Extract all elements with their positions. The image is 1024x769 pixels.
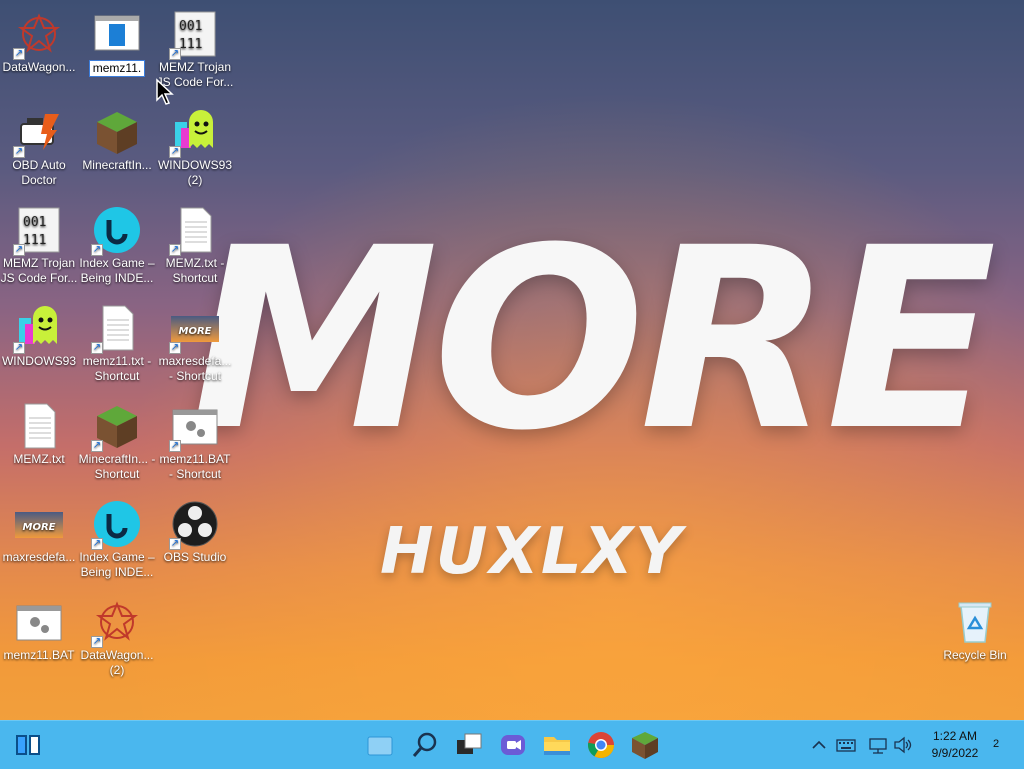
shortcut-arrow-icon: ↗ — [91, 342, 103, 354]
shortcut-arrow-icon: ↗ — [169, 440, 181, 452]
desktop-icon-obd-auto-doctor[interactable]: ↗ OBD Auto Doctor — [0, 102, 78, 188]
shortcut-arrow-icon: ↗ — [13, 48, 25, 60]
shortcut-arrow-icon: ↗ — [13, 342, 25, 354]
svg-text:001: 001 — [179, 19, 202, 34]
taskbar: 1:22 AM 9/9/2022 2 — [0, 720, 1024, 769]
desktop-icon-memz11-bat-shortcut[interactable]: ↗ memz11.BAT - Shortcut — [156, 396, 234, 482]
chrome-icon[interactable] — [585, 729, 617, 761]
file-explorer-icon[interactable] — [541, 729, 573, 761]
desktop-icon-minecraft-installer[interactable]: MinecraftIn... — [78, 102, 156, 173]
desktop-icon-memz11-renaming[interactable]: memz11. — [78, 4, 156, 77]
shortcut-arrow-icon: ↗ — [169, 48, 181, 60]
car-engine-icon: ↗ — [13, 108, 63, 158]
thumbnail-text: MORE — [179, 326, 212, 337]
desktop-icon-maxresdefault[interactable]: MORE maxresdefa... — [0, 494, 78, 565]
index-game-icon: ↗ — [91, 500, 141, 550]
desktop-icon-windows93[interactable]: ↗ WINDOWS93 — [0, 298, 78, 369]
desktop-icon-memz-trojan-2[interactable]: 001 111 ↗ MEMZ Trojan JS Code For... — [0, 200, 78, 286]
text-file-icon — [15, 402, 63, 450]
chat-icon[interactable] — [497, 729, 529, 761]
svg-text:001: 001 — [23, 215, 46, 230]
network-icon[interactable] — [868, 735, 888, 755]
windows93-icon: ↗ — [169, 108, 219, 158]
desktop-icon-datawagon[interactable]: ↗ DataWagon... — [0, 4, 78, 75]
clock-date[interactable]: 9/9/2022 — [920, 746, 990, 760]
desktop-icon-obs-studio[interactable]: ↗ OBS Studio — [156, 494, 234, 565]
wallpaper-title: MORE — [190, 194, 997, 485]
desktop-icon-memz-txt-shortcut[interactable]: ↗ MEMZ.txt - Shortcut — [156, 200, 234, 286]
recycle-bin-icon — [951, 598, 999, 646]
text-file-icon: ↗ — [169, 206, 219, 256]
thumbnail-text: MORE — [23, 522, 56, 533]
shortcut-arrow-icon: ↗ — [169, 342, 181, 354]
shortcut-arrow-icon: ↗ — [91, 244, 103, 256]
batch-file-icon: ↗ — [169, 402, 219, 452]
minecraft-icon[interactable] — [629, 729, 661, 761]
binary-file-icon: 001 111 ↗ — [13, 206, 63, 256]
desktop-icon-memz11-bat[interactable]: memz11.BAT — [0, 592, 78, 663]
widgets-icon[interactable] — [364, 729, 396, 761]
minecraft-block-icon: ↗ — [91, 402, 141, 452]
image-thumbnail-icon: MORE — [15, 500, 63, 548]
volume-icon[interactable] — [893, 735, 913, 755]
shortcut-arrow-icon: ↗ — [91, 636, 103, 648]
start-icon[interactable] — [12, 729, 44, 761]
datawagon-icon: ↗ — [13, 10, 63, 60]
batch-file-icon — [15, 598, 63, 646]
svg-text:111: 111 — [23, 233, 46, 248]
desktop-icon-memz11-txt-shortcut[interactable]: ↗ memz11.txt - Shortcut — [78, 298, 156, 384]
show-hidden-icons-chevron[interactable] — [809, 735, 829, 755]
desktop-icon-minecraft-shortcut[interactable]: ↗ MinecraftIn... - Shortcut — [78, 396, 156, 482]
datawagon-icon: ↗ — [91, 598, 141, 648]
shortcut-arrow-icon: ↗ — [13, 244, 25, 256]
shortcut-arrow-icon: ↗ — [13, 146, 25, 158]
desktop-icon-windows93-2[interactable]: ↗ WINDOWS93 (2) — [156, 102, 234, 188]
mouse-cursor-icon — [156, 78, 174, 105]
windows93-icon: ↗ — [13, 304, 63, 354]
minecraft-block-icon — [93, 108, 141, 156]
desktop-icon-memz-txt[interactable]: MEMZ.txt — [0, 396, 78, 467]
shortcut-arrow-icon: ↗ — [169, 538, 181, 550]
desktop-icon-recycle-bin[interactable]: Recycle Bin — [936, 592, 1014, 663]
wallpaper-subtitle: HUXLXY — [380, 515, 684, 589]
keyboard-icon[interactable] — [836, 735, 856, 755]
shortcut-arrow-icon: ↗ — [91, 538, 103, 550]
rename-field[interactable]: memz11. — [88, 60, 146, 77]
task-view-icon[interactable] — [453, 729, 485, 761]
shortcut-arrow-icon: ↗ — [169, 146, 181, 158]
text-file-icon: ↗ — [91, 304, 141, 354]
desktop-icon-index-game[interactable]: ↗ Index Game – Being INDE... — [78, 200, 156, 286]
obs-studio-icon: ↗ — [169, 500, 219, 550]
desktop-icon-index-game-2[interactable]: ↗ Index Game – Being INDE... — [78, 494, 156, 580]
shortcut-arrow-icon: ↗ — [169, 244, 181, 256]
binary-file-icon: 001 111 ↗ — [169, 10, 219, 60]
shortcut-arrow-icon: ↗ — [91, 440, 103, 452]
window-app-icon — [93, 10, 141, 58]
index-game-icon: ↗ — [91, 206, 141, 256]
image-thumbnail-icon: MORE ↗ — [169, 304, 219, 354]
search-icon[interactable] — [409, 729, 441, 761]
notification-badge[interactable]: 2 — [988, 738, 1004, 750]
desktop-icon-datawagon-2[interactable]: ↗ DataWagon... (2) — [78, 592, 156, 678]
svg-text:111: 111 — [179, 37, 202, 52]
desktop-icon-maxresdefault-shortcut[interactable]: MORE ↗ maxresdefa... - Shortcut — [156, 298, 234, 384]
clock-time[interactable]: 1:22 AM — [920, 729, 990, 743]
